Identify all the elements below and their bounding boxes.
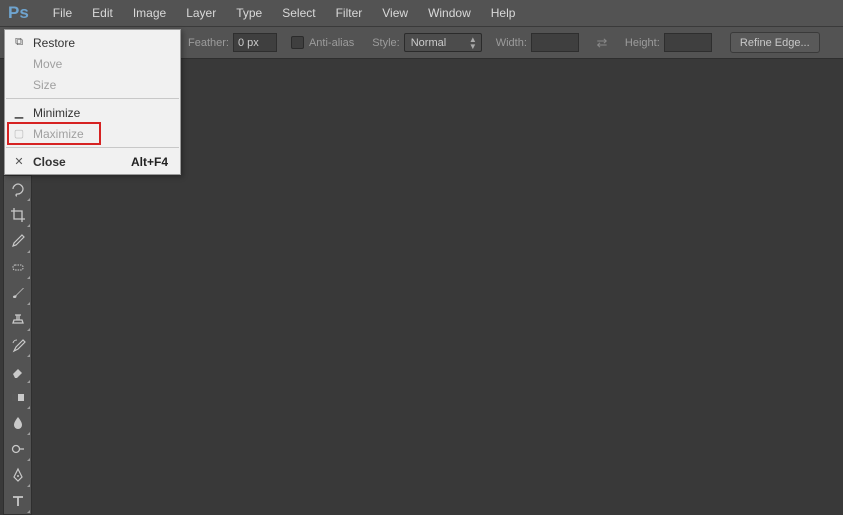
restore-icon: ⧉ [12,35,26,49]
menu-item-maximize: ▢ Maximize [5,123,180,144]
menu-bar: Ps File Edit Image Layer Type Select Fil… [0,0,843,26]
height-input [664,33,712,52]
menu-item-size: Size [5,74,180,95]
updown-icon: ▲▼ [469,36,477,50]
menu-select[interactable]: Select [272,0,325,26]
menu-item-move: Move [5,53,180,74]
menu-item-restore[interactable]: ⧉ Restore [5,32,180,53]
menu-separator [6,98,179,99]
gradient-tool[interactable] [4,384,31,410]
menu-view[interactable]: View [372,0,418,26]
eraser-tool[interactable] [4,358,31,384]
swap-dimensions-icon[interactable]: ⇄ [593,34,611,52]
menu-layer[interactable]: Layer [176,0,226,26]
history-brush-tool[interactable] [4,332,31,358]
type-tool[interactable] [4,488,31,514]
menu-item-label: Minimize [33,106,80,120]
antialias-checkbox[interactable] [291,36,304,49]
width-label: Width: [496,37,527,49]
maximize-icon: ▢ [12,126,26,140]
height-label: Height: [625,37,660,49]
menu-item-minimize[interactable]: ▁ Minimize [5,102,180,123]
menu-file[interactable]: File [43,0,82,26]
menu-item-label: Size [33,78,56,92]
app-logo: Ps [8,3,29,23]
style-label: Style: [372,37,400,49]
blur-tool[interactable] [4,410,31,436]
width-input [531,33,579,52]
dodge-tool[interactable] [4,436,31,462]
menu-item-shortcut: Alt+F4 [131,155,168,169]
brush-tool[interactable] [4,280,31,306]
clone-stamp-tool[interactable] [4,306,31,332]
menu-item-label: Maximize [33,127,84,141]
pen-tool[interactable] [4,462,31,488]
crop-tool[interactable] [4,202,31,228]
refine-edge-button[interactable]: Refine Edge... [730,32,820,53]
menu-edit[interactable]: Edit [82,0,123,26]
minimize-icon: ▁ [12,105,26,119]
feather-label: Feather: [188,37,229,49]
antialias-label: Anti-alias [309,37,354,49]
menu-item-label: Move [33,57,62,71]
menu-separator [6,147,179,148]
menu-type[interactable]: Type [226,0,272,26]
eyedropper-tool[interactable] [4,228,31,254]
healing-brush-tool[interactable] [4,254,31,280]
feather-input[interactable] [233,33,277,52]
style-select-value: Normal [411,37,446,49]
close-icon: ✕ [12,154,26,168]
style-select[interactable]: Normal ▲▼ [404,33,482,52]
menu-filter[interactable]: Filter [326,0,373,26]
menu-item-close[interactable]: ✕ Close Alt+F4 [5,151,180,172]
menu-item-label: Close [33,155,66,169]
menu-window[interactable]: Window [418,0,481,26]
menu-help[interactable]: Help [481,0,526,26]
menu-image[interactable]: Image [123,0,176,26]
menu-item-label: Restore [33,36,75,50]
toolbox [3,175,32,515]
window-control-menu: ⧉ Restore Move Size ▁ Minimize ▢ Maximiz… [4,29,181,175]
lasso-tool[interactable] [4,176,31,202]
